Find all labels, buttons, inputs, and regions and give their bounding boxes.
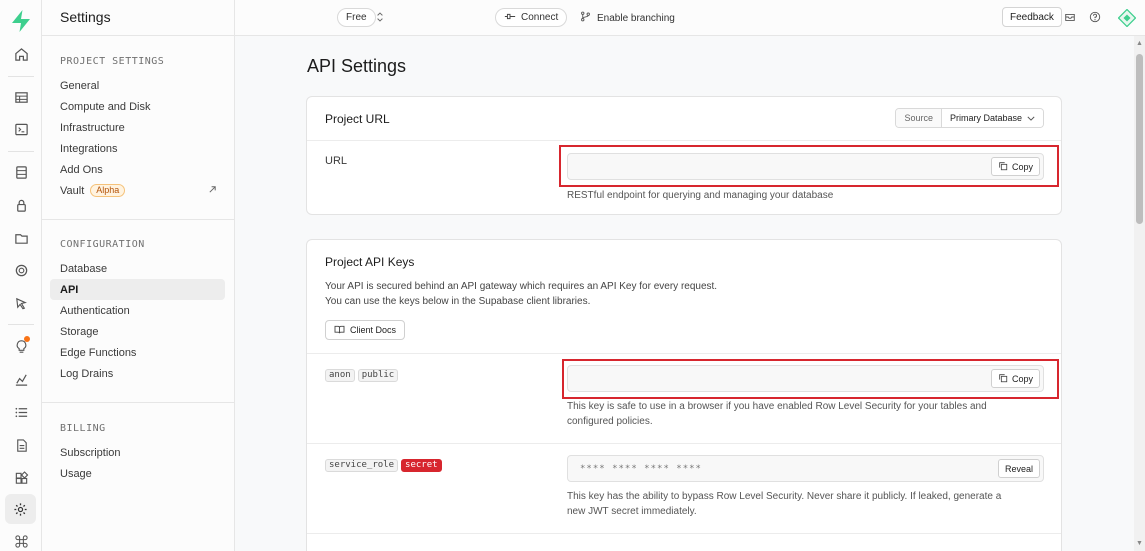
- table-editor-icon[interactable]: [10, 86, 32, 108]
- menu-item-infrastructure[interactable]: Infrastructure: [50, 117, 225, 138]
- plug-icon: [504, 12, 516, 24]
- card-divider: [307, 533, 1061, 534]
- secret-tag: secret: [401, 459, 442, 472]
- supabase-logo-icon[interactable]: [10, 9, 32, 33]
- menu-item-authentication[interactable]: Authentication: [50, 300, 225, 321]
- url-hint: RESTful endpoint for querying and managi…: [567, 190, 834, 201]
- menu-item-general[interactable]: General: [50, 75, 225, 96]
- menu-item-log-drains[interactable]: Log Drains: [50, 363, 225, 384]
- main-content: API Settings Project URL Source Primary …: [235, 36, 1134, 551]
- user-avatar[interactable]: [1117, 8, 1137, 28]
- api-docs-file-icon[interactable]: [10, 434, 32, 456]
- card-divider: [307, 443, 1061, 444]
- section-heading-billing: BILLING: [60, 423, 106, 434]
- notification-dot: [24, 336, 30, 342]
- menu-item-database[interactable]: Database: [50, 258, 225, 279]
- menu-item-api[interactable]: API: [50, 279, 225, 300]
- menu-item-add-ons[interactable]: Add Ons: [50, 159, 225, 180]
- url-label: URL: [325, 155, 348, 167]
- project-url-title: Project URL: [325, 112, 390, 126]
- page-title: API Settings: [307, 56, 407, 76]
- source-label: Source: [896, 109, 942, 127]
- rail-separator: [8, 324, 34, 325]
- help-icon[interactable]: [1089, 11, 1103, 25]
- card-divider: [307, 140, 1061, 141]
- feedback-button[interactable]: Feedback: [1002, 7, 1062, 27]
- menu-divider: [42, 219, 235, 220]
- external-link-icon: [208, 185, 217, 197]
- menu-item-compute-and-disk[interactable]: Compute and Disk: [50, 96, 225, 117]
- anon-key-hint: This key is safe to use in a browser if …: [567, 401, 987, 427]
- inbox-icon[interactable]: [1064, 11, 1078, 25]
- command-icon[interactable]: [10, 530, 32, 551]
- section-heading-configuration: CONFIGURATION: [60, 239, 145, 250]
- book-icon: [334, 325, 345, 336]
- home-icon[interactable]: [10, 43, 32, 65]
- settings-gear-icon[interactable]: [5, 494, 36, 524]
- service-role-tag: service_role: [325, 459, 399, 472]
- rail-separator: [8, 151, 34, 152]
- connect-button[interactable]: Connect: [495, 8, 568, 27]
- highlight-anon-key-field: [562, 359, 1059, 399]
- icon-rail: [0, 0, 42, 551]
- advisors-lightbulb-icon[interactable]: [10, 335, 32, 357]
- database-icon[interactable]: [10, 161, 32, 183]
- public-tag: public: [357, 369, 399, 382]
- menu-item-vault[interactable]: Vault Alpha: [50, 180, 225, 201]
- edge-functions-icon[interactable]: [10, 292, 32, 314]
- vertical-scrollbar[interactable]: ▲ ▼: [1134, 36, 1145, 551]
- client-docs-button[interactable]: Client Docs: [325, 320, 406, 340]
- git-branch-icon: [580, 11, 591, 25]
- realtime-icon[interactable]: [10, 259, 32, 281]
- logs-list-icon[interactable]: [10, 401, 32, 423]
- menu-divider: [42, 402, 235, 403]
- rail-separator: [8, 76, 34, 77]
- storage-icon[interactable]: [10, 227, 32, 249]
- enable-branching-button[interactable]: Enable branching: [580, 11, 675, 25]
- highlight-url-field: [559, 145, 1059, 187]
- api-keys-title: Project API Keys: [325, 255, 415, 269]
- service-role-hint: This key has the ability to bypass Row L…: [567, 491, 1002, 517]
- auth-lock-icon[interactable]: [10, 194, 32, 216]
- sql-editor-icon[interactable]: [10, 118, 32, 140]
- reveal-button[interactable]: Reveal: [997, 459, 1040, 478]
- scroll-down-arrow-icon[interactable]: ▼: [1136, 540, 1143, 547]
- plan-badge[interactable]: Free: [337, 8, 376, 27]
- card-divider: [307, 353, 1061, 354]
- menu-header-divider: [42, 35, 235, 36]
- menu-title: Settings: [60, 9, 111, 25]
- chevron-down-icon: [1027, 113, 1035, 123]
- menu-item-usage[interactable]: Usage: [50, 463, 225, 484]
- menu-item-integrations[interactable]: Integrations: [50, 138, 225, 159]
- scrollbar-thumb[interactable]: [1136, 54, 1143, 224]
- section-heading-project-settings: PROJECT SETTINGS: [60, 56, 165, 67]
- scroll-up-arrow-icon[interactable]: ▲: [1136, 40, 1143, 47]
- menu-item-edge-functions[interactable]: Edge Functions: [50, 342, 225, 363]
- integrations-icon[interactable]: [10, 467, 32, 489]
- settings-menu: Settings PROJECT SETTINGS General Comput…: [42, 0, 235, 551]
- anon-tag: anon: [325, 369, 355, 382]
- chevron-up-down-icon[interactable]: [376, 11, 390, 25]
- top-bar: Free Connect Enable branching Feedback: [235, 0, 1145, 36]
- menu-item-storage[interactable]: Storage: [50, 321, 225, 342]
- masked-key: **** **** **** ****: [580, 464, 702, 474]
- menu-item-subscription[interactable]: Subscription: [50, 442, 225, 463]
- service-role-key-tags: service_role secret: [325, 458, 445, 472]
- anon-key-tags: anon public: [325, 368, 401, 382]
- source-value: Primary Database: [949, 113, 1022, 123]
- api-keys-description: Your API is secured behind an API gatewa…: [325, 281, 718, 307]
- alpha-badge: Alpha: [90, 184, 126, 197]
- service-role-key-field[interactable]: **** **** **** **** Reveal: [567, 455, 1044, 482]
- source-selector[interactable]: Source Primary Database: [895, 108, 1044, 128]
- reports-chart-icon[interactable]: [10, 368, 32, 390]
